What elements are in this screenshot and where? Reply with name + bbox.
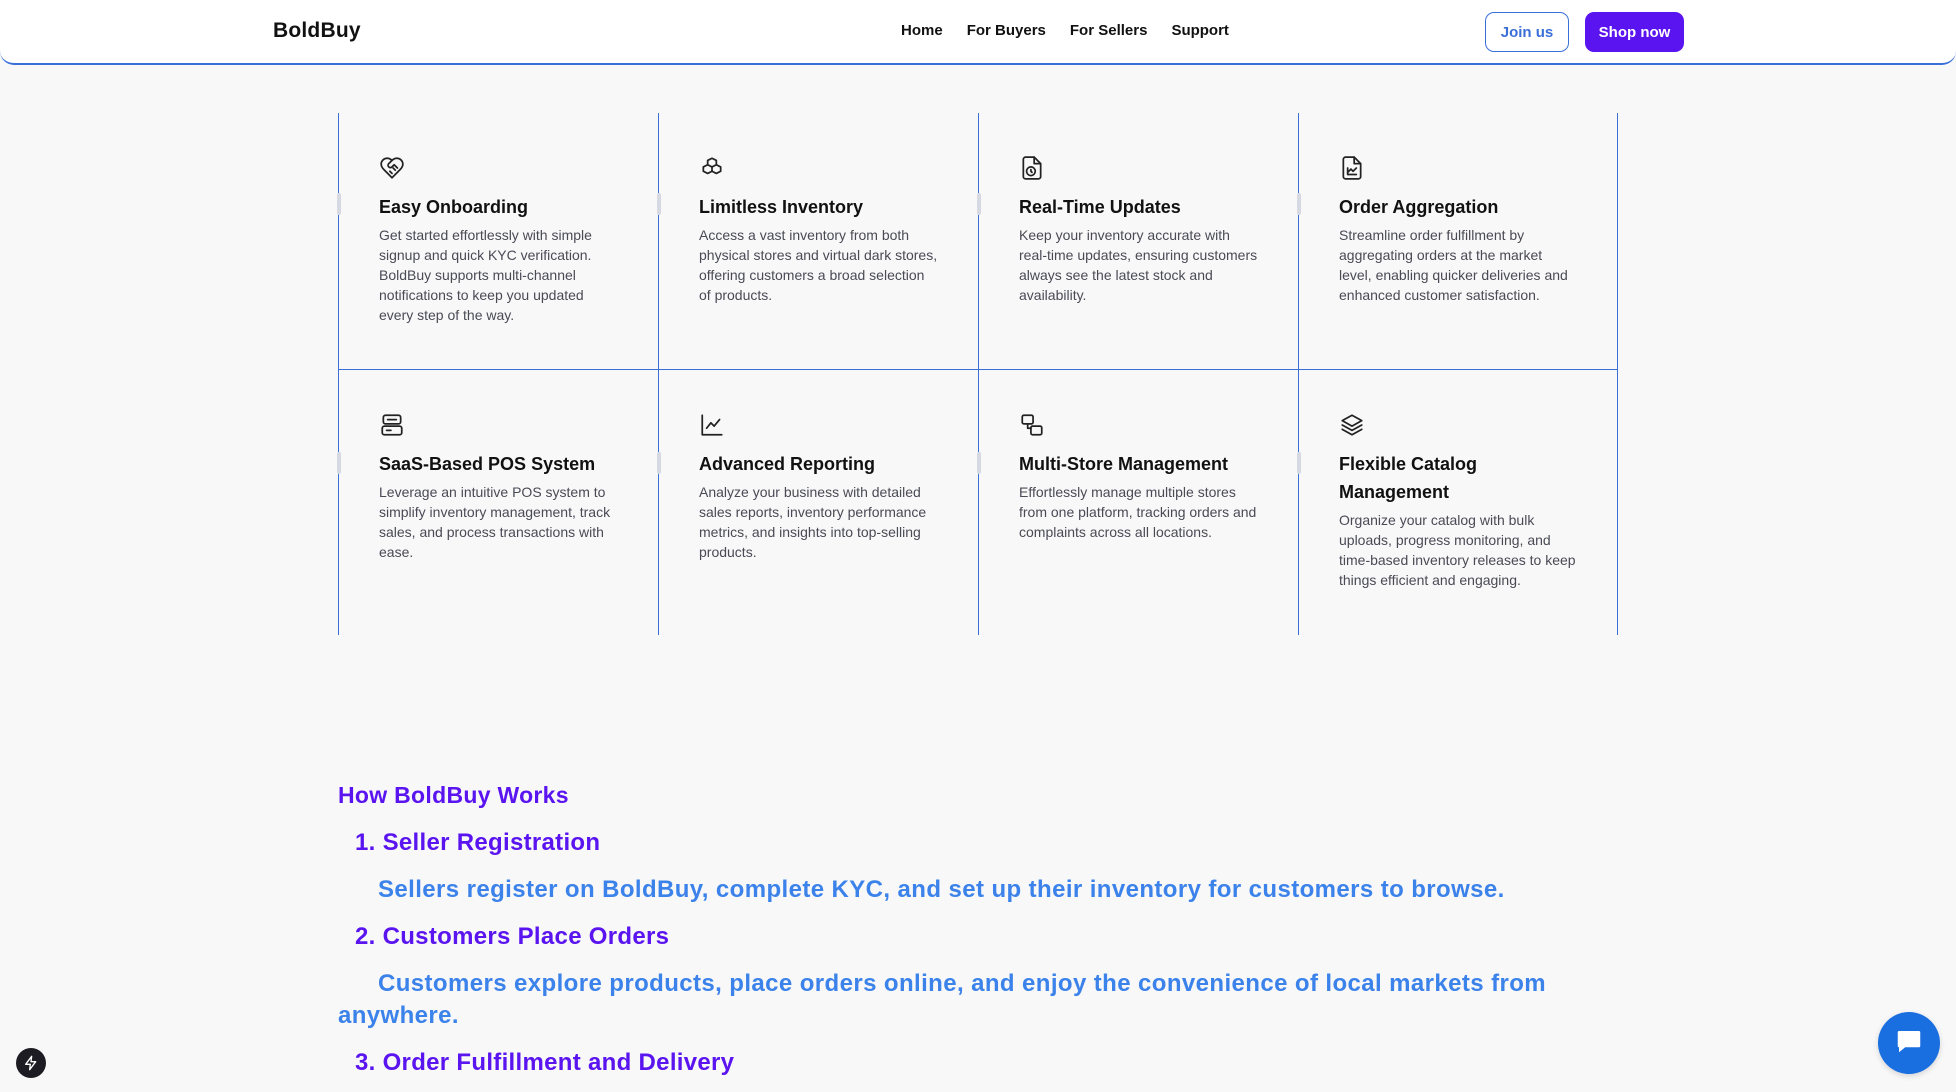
section-title: How BoldBuy Works — [338, 782, 569, 808]
card-tab-marker — [977, 193, 981, 215]
feature-title: Flexible Catalog Management — [1339, 454, 1478, 502]
server-icon — [379, 412, 405, 438]
feature-card-limitless-inventory: Limitless Inventory Access a vast invent… — [657, 113, 978, 370]
step-description: Customers explore products, place orders… — [338, 970, 1547, 1029]
feature-title: SaaS-Based POS System — [379, 454, 596, 474]
shop-now-button[interactable]: Shop now — [1585, 12, 1684, 52]
feature-card-order-aggregation: Order Aggregation Streamline order fulfi… — [1297, 113, 1618, 370]
nav-support[interactable]: Support — [1171, 22, 1229, 39]
feature-description: Analyze your business with detailed sale… — [699, 484, 927, 560]
feature-title: Easy Onboarding — [379, 197, 529, 217]
step-description: Sellers register on BoldBuy, complete KY… — [378, 876, 1505, 903]
file-chart-icon — [1339, 155, 1365, 181]
feature-title: Advanced Reporting — [699, 454, 876, 474]
layers-icon — [1339, 412, 1365, 438]
chat-bubble-icon — [1894, 1026, 1924, 1061]
feature-description: Access a vast inventory from both physic… — [699, 227, 938, 303]
feature-description: Leverage an intuitive POS system to simp… — [379, 484, 611, 560]
top-header: BoldBuy Home For Buyers For Sellers Supp… — [0, 0, 1956, 65]
card-tab-marker — [657, 193, 661, 215]
feature-card-saas-pos: SaaS-Based POS System Leverage an intuit… — [337, 370, 658, 635]
card-tab-marker — [337, 452, 341, 474]
lightning-icon[interactable] — [16, 1048, 46, 1078]
feature-title: Order Aggregation — [1339, 197, 1499, 217]
step-title: 3. Order Fulfillment and Delivery — [355, 1049, 735, 1076]
heart-handshake-icon — [379, 155, 405, 181]
step-title: 1. Seller Registration — [355, 829, 601, 856]
card-tab-marker — [1297, 193, 1301, 215]
feature-title: Real-Time Updates — [1019, 197, 1181, 217]
boxes-icon — [699, 155, 725, 181]
brand-logo[interactable]: BoldBuy — [273, 19, 361, 43]
feature-card-flexible-catalog: Flexible Catalog Management Organize you… — [1297, 370, 1618, 635]
feature-card-multi-store: Multi-Store Management Effortlessly mana… — [977, 370, 1298, 635]
feature-title: Limitless Inventory — [699, 197, 864, 217]
how-it-works-section: How BoldBuy Works 1. Seller Registration… — [338, 778, 1638, 1080]
card-tab-marker — [1297, 452, 1301, 474]
nav-for-sellers[interactable]: For Sellers — [1070, 22, 1148, 39]
feature-card-easy-onboarding: Easy Onboarding Get started effortlessly… — [337, 113, 658, 370]
feature-description: Organize your catalog with bulk uploads,… — [1339, 512, 1576, 588]
chat-button[interactable] — [1878, 1012, 1940, 1074]
feature-description: Get started effortlessly with simple sig… — [379, 227, 592, 323]
main-nav: Home For Buyers For Sellers Support — [901, 22, 1229, 39]
card-tab-marker — [337, 193, 341, 215]
file-clock-icon — [1019, 155, 1045, 181]
line-chart-icon — [699, 412, 725, 438]
card-tab-marker — [977, 452, 981, 474]
join-us-button[interactable]: Join us — [1485, 12, 1569, 52]
nav-for-buyers[interactable]: For Buyers — [967, 22, 1046, 39]
feature-description: Effortlessly manage multiple stores from… — [1019, 484, 1257, 540]
card-tab-marker — [657, 452, 661, 474]
feature-description: Streamline order fulfillment by aggregat… — [1339, 227, 1568, 303]
copy-icon — [1019, 412, 1045, 438]
feature-card-real-time-updates: Real-Time Updates Keep your inventory ac… — [977, 113, 1298, 370]
nav-home[interactable]: Home — [901, 22, 943, 39]
feature-title: Multi-Store Management — [1019, 454, 1229, 474]
feature-description: Keep your inventory accurate with real-t… — [1019, 227, 1258, 303]
feature-card-advanced-reporting: Advanced Reporting Analyze your business… — [657, 370, 978, 635]
step-title: 2. Customers Place Orders — [355, 923, 670, 950]
features-grid: Easy Onboarding Get started effortlessly… — [337, 113, 1618, 635]
